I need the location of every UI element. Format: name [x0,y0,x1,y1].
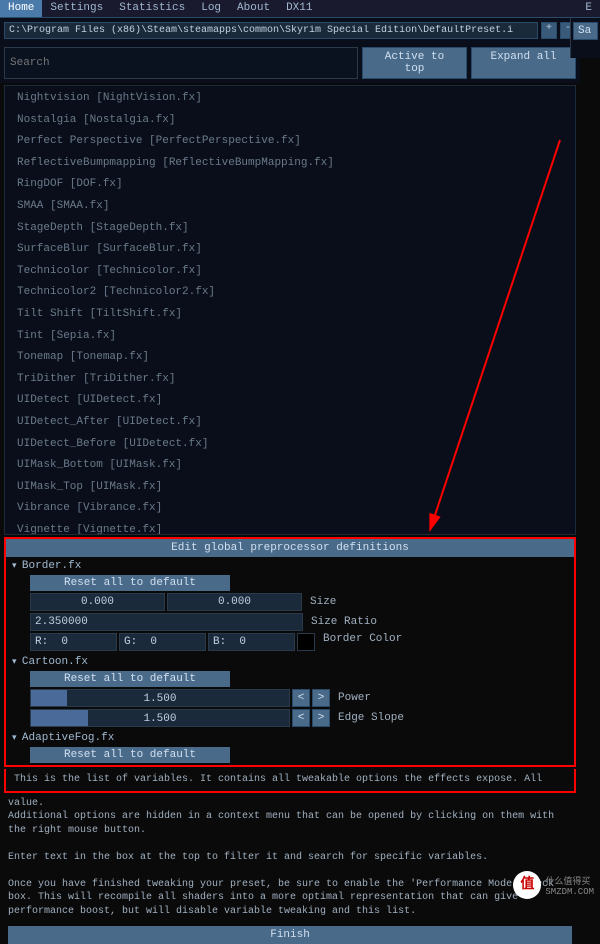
tab-right[interactable]: E [577,0,600,17]
effect-item[interactable]: StageDepth [StageDepth.fx] [11,218,569,240]
increment-button[interactable]: > [312,709,330,727]
increment-button[interactable]: > [312,689,330,707]
effect-item[interactable]: Vignette [Vignette.fx] [11,520,569,535]
effect-item[interactable]: UIDetect_After [UIDetect.fx] [11,412,569,434]
variables-panel: Edit global preprocessor definitions Bor… [4,537,576,767]
param-label: Power [338,692,371,704]
active-to-top-button[interactable]: Active to top [362,47,467,79]
effect-item[interactable]: Tonemap [Tonemap.fx] [11,347,569,369]
effect-item[interactable]: UIDetect_Before [UIDetect.fx] [11,434,569,456]
effect-item[interactable]: Nightvision [NightVision.fx] [11,88,569,110]
effect-item[interactable]: RingDOF [DOF.fx] [11,174,569,196]
effect-item[interactable]: Tint [Sepia.fx] [11,326,569,348]
effect-item[interactable]: SMAA [SMAA.fx] [11,196,569,218]
reset-button[interactable]: Reset all to default [30,575,230,591]
fx-group-border: Border.fx Reset all to default Size Size… [6,557,574,653]
tab-dx11[interactable]: DX11 [278,0,320,17]
effect-item[interactable]: Technicolor2 [Technicolor2.fx] [11,282,569,304]
watermark-icon: 值 [513,871,541,899]
watermark: 值 什么值得买 SMZDM.COM [513,871,594,899]
info-text: value. Additional options are hidden in … [0,793,580,923]
edge-slope-slider[interactable]: 1.500 [30,709,290,727]
effect-item[interactable]: Nostalgia [Nostalgia.fx] [11,110,569,132]
tab-about[interactable]: About [229,0,278,17]
size-ratio-input[interactable] [30,613,303,631]
effect-item[interactable]: ReflectiveBumpmapping [ReflectiveBumpMap… [11,153,569,175]
effect-item[interactable]: UIMask_Bottom [UIMask.fx] [11,455,569,477]
tab-bar: Home Settings Statistics Log About DX11 … [0,0,600,18]
preset-path-input[interactable] [4,22,538,39]
decrement-button[interactable]: < [292,709,310,727]
effect-item[interactable]: Tilt Shift [TiltShift.fx] [11,304,569,326]
color-b-input[interactable] [208,633,295,651]
effect-item[interactable]: SurfaceBlur [SurfaceBlur.fx] [11,239,569,261]
path-bar: + - [0,18,580,43]
right-panel: Sa [570,18,600,58]
fx-title[interactable]: AdaptiveFog.fx [10,730,570,746]
effect-item[interactable]: Technicolor [Technicolor.fx] [11,261,569,283]
tab-statistics[interactable]: Statistics [111,0,193,17]
add-preset-button[interactable]: + [541,22,557,39]
fx-group-cartoon: Cartoon.fx Reset all to default 1.500 < … [6,653,574,729]
save-button[interactable]: Sa [573,22,598,40]
tab-log[interactable]: Log [193,0,229,17]
param-label: Border Color [323,633,402,651]
tab-settings[interactable]: Settings [42,0,111,17]
tab-home[interactable]: Home [0,0,42,17]
effect-item[interactable]: Perfect Perspective [PerfectPerspective.… [11,131,569,153]
search-input[interactable] [4,47,358,79]
effect-item[interactable]: UIDetect [UIDetect.fx] [11,390,569,412]
power-slider[interactable]: 1.500 [30,689,290,707]
color-g-input[interactable] [119,633,206,651]
fx-title[interactable]: Cartoon.fx [10,654,570,670]
param-label: Size [310,596,336,608]
effect-item[interactable]: Vibrance [Vibrance.fx] [11,498,569,520]
decrement-button[interactable]: < [292,689,310,707]
effect-item[interactable]: TriDither [TriDither.fx] [11,369,569,391]
param-label: Size Ratio [311,616,377,628]
effect-item[interactable]: UIMask_Top [UIMask.fx] [11,477,569,499]
size-y-input[interactable] [167,593,302,611]
color-swatch[interactable] [297,633,315,651]
preprocessor-header[interactable]: Edit global preprocessor definitions [6,539,574,557]
fx-title[interactable]: Border.fx [10,558,570,574]
param-label: Edge Slope [338,712,404,724]
effects-list[interactable]: Nightvision [NightVision.fx] Nostalgia [… [4,85,576,535]
reset-button[interactable]: Reset all to default [30,747,230,763]
color-r-input[interactable] [30,633,117,651]
search-row: Active to top Expand all [0,43,580,83]
finish-button[interactable]: Finish [8,926,572,944]
expand-all-button[interactable]: Expand all [471,47,576,79]
size-x-input[interactable] [30,593,165,611]
info-text-highlighted: This is the list of variables. It contai… [4,769,576,793]
reset-button[interactable]: Reset all to default [30,671,230,687]
fx-group-adaptivefog: AdaptiveFog.fx Reset all to default [6,729,574,765]
